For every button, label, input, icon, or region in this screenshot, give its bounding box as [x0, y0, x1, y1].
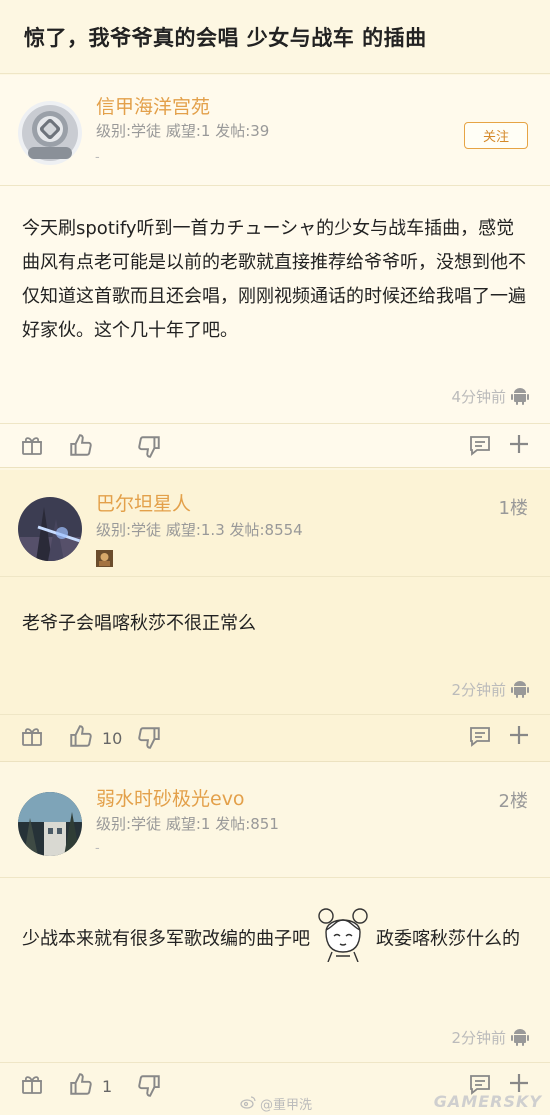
- username[interactable]: 弱水时砂极光evo: [96, 784, 245, 811]
- anime-sticker-icon: [314, 904, 372, 975]
- weibo-icon: [240, 1095, 256, 1113]
- thread-title-bar: 惊了，我爷爷真的会唱 少女与战车 的插曲: [0, 0, 550, 74]
- comment-icon[interactable]: [468, 724, 492, 748]
- reply-post: 巴尔坦星人 级别:学徒 威望:1.3 发帖:8554 1楼 老爷子会唱喀秋莎不很…: [0, 470, 550, 762]
- reply-post: 弱水时砂极光evo 级别:学徒 威望:1 发帖:851 - 2楼 少战本来就有很…: [0, 764, 550, 1115]
- user-meta: 级别:学徒 威望:1 发帖:851: [96, 815, 279, 833]
- floor-number: 2楼: [498, 791, 528, 812]
- watermark-text: @重甲洗: [260, 1098, 313, 1113]
- thumbs-down-icon[interactable]: [136, 725, 162, 751]
- thumbs-up-icon: [68, 723, 94, 753]
- android-icon: [510, 1027, 530, 1051]
- avatar[interactable]: [18, 101, 82, 165]
- original-post: 信甲海洋宫苑 级别:学徒 威望:1 发帖:39 - 关注 今天刷spotify听…: [0, 75, 550, 468]
- user-meta: 级别:学徒 威望:1 发帖:39: [96, 122, 270, 140]
- plus-icon[interactable]: [508, 433, 530, 455]
- like-count: 1: [102, 1076, 113, 1096]
- reply-time: 2分钟前: [451, 1029, 506, 1047]
- post-actions: [0, 424, 550, 468]
- reply-text-after: 政委喀秋莎什么的: [376, 928, 520, 950]
- comment-icon[interactable]: [468, 433, 492, 457]
- like-button[interactable]: 10: [68, 723, 122, 753]
- floor-number: 1楼: [498, 498, 528, 519]
- gift-icon[interactable]: [20, 724, 44, 748]
- reply-content: 老爷子会唱喀秋莎不很正常么: [22, 613, 256, 634]
- thumbs-down-icon[interactable]: [136, 1073, 162, 1099]
- divider: [0, 185, 550, 186]
- post-time: 4分钟前: [451, 388, 506, 406]
- user-meta: 级别:学徒 威望:1.3 发帖:8554: [96, 521, 303, 539]
- reply-content: 少战本来就有很多军歌改编的曲子吧 政委喀秋莎什么的: [22, 904, 528, 975]
- post-content: 今天刷spotify听到一首カチューシャ的少女与战车插曲，感觉曲风有点老可能是以…: [22, 218, 526, 341]
- plus-icon[interactable]: [508, 724, 530, 746]
- thumbs-up-icon: [68, 1071, 94, 1101]
- user-signature: -: [95, 150, 100, 165]
- reply-text-before: 少战本来就有很多军歌改编的曲子吧: [22, 928, 310, 950]
- follow-button[interactable]: 关注: [464, 122, 528, 149]
- android-icon: [510, 679, 530, 703]
- like-button[interactable]: 1: [68, 1071, 112, 1101]
- avatar[interactable]: [18, 792, 82, 856]
- avatar[interactable]: [18, 497, 82, 561]
- divider: [0, 877, 550, 878]
- thumbs-down-icon[interactable]: [136, 434, 162, 460]
- android-icon: [510, 386, 530, 410]
- plus-icon[interactable]: [508, 1072, 530, 1094]
- gift-icon[interactable]: [20, 1072, 44, 1096]
- username[interactable]: 信甲海洋宫苑: [96, 92, 210, 119]
- thread-title: 惊了，我爷爷真的会唱 少女与战车 的插曲: [24, 25, 427, 50]
- like-count: 10: [102, 728, 123, 748]
- user-badge: [96, 550, 113, 567]
- gift-icon[interactable]: [20, 433, 44, 457]
- reply-actions: 10: [0, 715, 550, 759]
- weibo-watermark: @重甲洗: [240, 1094, 312, 1113]
- brand-watermark: GAMERSKY: [433, 1092, 542, 1111]
- user-signature: -: [95, 841, 100, 856]
- divider: [0, 576, 550, 577]
- username[interactable]: 巴尔坦星人: [96, 489, 191, 516]
- thumbs-up-icon[interactable]: [68, 432, 94, 458]
- reply-time: 2分钟前: [451, 681, 506, 699]
